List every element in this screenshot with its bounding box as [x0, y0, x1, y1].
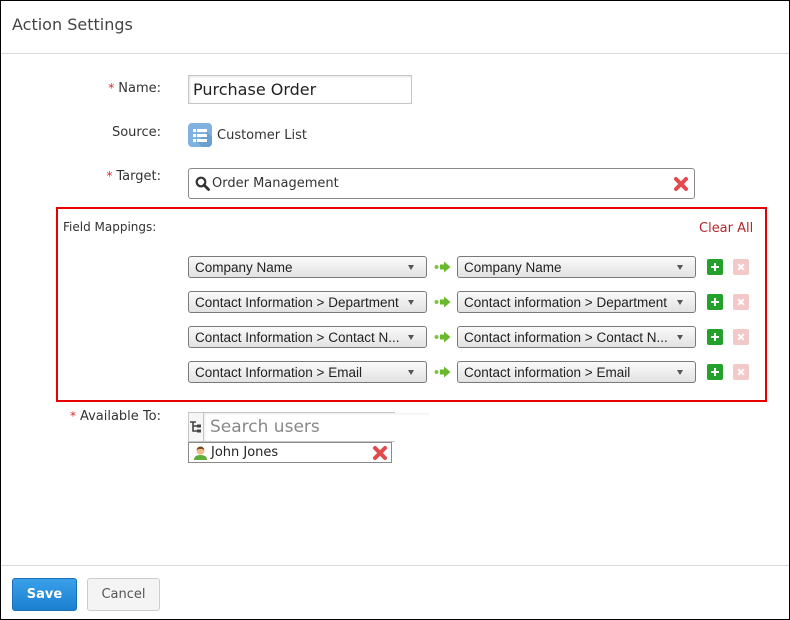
org-tree-icon: [190, 421, 201, 433]
target-label: * Target:: [106, 169, 161, 184]
name-label: * Name:: [108, 81, 161, 96]
save-button[interactable]: Save: [12, 578, 77, 611]
name-input[interactable]: [188, 75, 412, 104]
chevron-down-icon: [677, 265, 683, 270]
source-field-select[interactable]: Contact Information > Contact N...: [188, 326, 427, 348]
search-icon: [195, 176, 210, 191]
add-mapping-button[interactable]: [707, 259, 723, 275]
available-to-label: * Available To:: [69, 409, 161, 424]
chevron-down-icon: [677, 300, 683, 305]
mapping-arrow-icon: [434, 366, 451, 378]
add-mapping-button[interactable]: [707, 329, 723, 345]
source-label: Source:: [111, 125, 161, 140]
mapping-arrow-icon: [434, 331, 451, 343]
required-asterisk: *: [108, 81, 115, 95]
required-asterisk: *: [69, 409, 76, 423]
remove-user-icon[interactable]: [372, 445, 388, 461]
table-list-icon: [188, 123, 212, 147]
source-field-select[interactable]: Contact Information > Email: [188, 361, 427, 383]
clear-target-icon[interactable]: [673, 176, 689, 192]
delete-mapping-button[interactable]: [733, 364, 749, 380]
target-field-select[interactable]: Contact information > Email: [457, 361, 696, 383]
chevron-down-icon: [677, 335, 683, 340]
target-field-select[interactable]: Company Name: [457, 256, 696, 278]
clear-all-link[interactable]: Clear All: [699, 221, 753, 236]
user-avatar-icon: [194, 446, 207, 460]
mapping-row: Contact Information > Email Contact info…: [188, 361, 753, 383]
field-mappings-label: Field Mappings:: [63, 220, 157, 234]
cancel-button[interactable]: Cancel: [87, 578, 160, 611]
dialog-header: Action Settings: [1, 1, 789, 54]
search-users-input[interactable]: [204, 413, 429, 441]
source-field-select[interactable]: Company Name: [188, 256, 427, 278]
mapping-arrow-icon: [434, 261, 451, 273]
chevron-down-icon: [408, 370, 414, 375]
source-app-name: Customer List: [217, 127, 308, 143]
mapping-row: Company Name Company Name: [188, 256, 753, 278]
target-field-select[interactable]: Contact information > Contact N...: [457, 326, 696, 348]
user-name: John Jones: [211, 445, 279, 460]
source-app: Customer List: [188, 123, 307, 147]
add-mapping-button[interactable]: [707, 364, 723, 380]
selected-user-chip: John Jones: [188, 442, 392, 463]
chevron-down-icon: [408, 265, 414, 270]
delete-mapping-button[interactable]: [733, 294, 749, 310]
mapping-arrow-icon: [434, 296, 451, 308]
delete-mapping-button[interactable]: [733, 329, 749, 345]
target-app-name: Order Management: [212, 176, 339, 191]
required-asterisk: *: [106, 169, 113, 183]
source-field-select[interactable]: Contact Information > Department: [188, 291, 427, 313]
mapping-row: Contact Information > Contact N... Conta…: [188, 326, 753, 348]
delete-mapping-button[interactable]: [733, 259, 749, 275]
footer-divider: [1, 565, 789, 566]
action-settings-dialog: Action Settings *Name: Source: Customer …: [0, 0, 790, 620]
target-app-field[interactable]: Order Management: [188, 168, 695, 199]
user-search-field: [188, 412, 429, 442]
add-mapping-button[interactable]: [707, 294, 723, 310]
chevron-down-icon: [408, 300, 414, 305]
dialog-title: Action Settings: [12, 15, 133, 34]
chevron-down-icon: [677, 370, 683, 375]
chevron-down-icon: [408, 335, 414, 340]
org-chart-button[interactable]: [189, 413, 204, 441]
target-field-select[interactable]: Contact information > Department: [457, 291, 696, 313]
mapping-row: Contact Information > Department Contact…: [188, 291, 753, 313]
